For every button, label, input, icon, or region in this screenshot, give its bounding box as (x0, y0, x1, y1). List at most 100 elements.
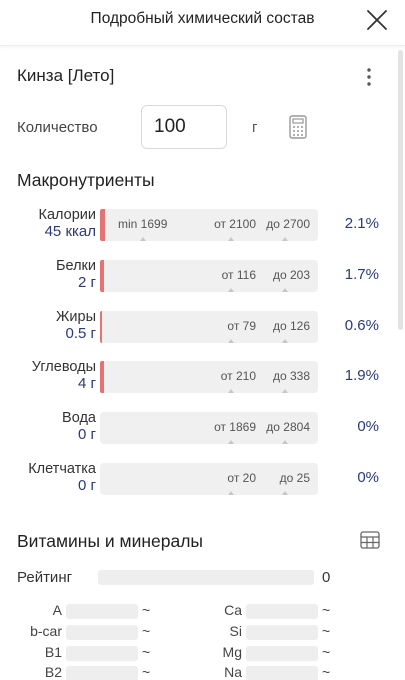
nutrient-bar (246, 666, 318, 680)
macro-from-tick (228, 389, 234, 393)
nutrient-bar (246, 646, 318, 661)
macro-from-tick (228, 440, 234, 444)
macro-row: Калории 45 ккал min 1699 от 2100 до 2700 2.1% (0, 207, 405, 247)
vitamins-title: Витамины и минералы (17, 531, 204, 551)
macro-name: Белки (55, 258, 96, 274)
macro-bar-fill (100, 260, 104, 292)
rating-label: Рейтинг (17, 569, 73, 586)
macro-bar: min 1699 от 2100 до 2700 (100, 209, 318, 241)
product-name: Кинза [Лето] (17, 66, 115, 85)
nutrient-name: Ca (224, 602, 242, 618)
quantity-input[interactable] (141, 105, 227, 149)
nutrient-bar (66, 604, 138, 619)
nutrient-bar (246, 604, 318, 619)
macro-from-tick (228, 339, 234, 343)
macro-name: Жиры (56, 309, 96, 325)
macro-bar-fill (100, 361, 105, 393)
quantity-label: Количество (17, 119, 98, 136)
macro-to-tick (282, 491, 288, 495)
nutrient-name: A (52, 602, 62, 618)
macro-value: 2 г (78, 274, 96, 291)
close-icon[interactable] (365, 8, 389, 32)
nutrient-bar (246, 625, 318, 640)
macro-to-tick (282, 389, 288, 393)
macro-value: 0 г (78, 477, 96, 494)
macro-to: до 25 (279, 471, 310, 485)
macro-to-tick (282, 440, 288, 444)
nutrient-row: B1 ~ (0, 644, 150, 662)
quantity-unit: г (252, 119, 258, 136)
macro-bar: от 79 до 126 (100, 311, 318, 343)
macro-min-tick (140, 237, 146, 241)
macro-value: 4 г (78, 375, 96, 392)
macros-title: Макронутриенты (17, 170, 155, 190)
macro-to-tick (282, 288, 288, 292)
more-vertical-icon[interactable] (362, 66, 376, 88)
macro-to: до 2804 (266, 420, 310, 434)
macro-name: Углеводы (31, 359, 96, 375)
macro-min: min 1699 (118, 217, 168, 231)
macro-bar: от 20 до 25 (100, 463, 318, 495)
nutrient-row: b-car ~ (0, 623, 150, 641)
macro-bar: от 1869 до 2804 (100, 412, 318, 444)
macro-percent: 1.7% (344, 266, 379, 283)
macro-percent: 2.1% (344, 215, 379, 232)
nutrient-value: ~ (142, 602, 151, 618)
nutrient-name: Si (229, 623, 242, 639)
nutrient-value: ~ (142, 664, 151, 680)
nutrient-value: ~ (322, 644, 331, 660)
macro-percent: 0% (357, 418, 379, 435)
nutrient-name: B2 (44, 664, 62, 680)
macro-from: от 2100 (214, 217, 256, 231)
nutrient-value: ~ (322, 623, 331, 639)
rating-value: 0 (322, 569, 331, 586)
macro-percent: 0% (357, 469, 379, 486)
macro-from: от 210 (220, 369, 256, 383)
nutrient-row: A ~ (0, 602, 150, 620)
nutrient-row: Na ~ (180, 664, 330, 680)
macro-to-tick (282, 339, 288, 343)
nutrient-bar (66, 646, 138, 661)
macro-name: Вода (62, 410, 96, 426)
nutrient-name: Mg (222, 644, 242, 660)
macro-name: Клетчатка (28, 461, 96, 477)
macro-row: Углеводы 4 г от 210 до 338 1.9% (0, 359, 405, 399)
nutrient-name: Na (224, 664, 242, 680)
macro-to-tick (282, 237, 288, 241)
macro-from: от 1869 (214, 420, 256, 434)
rating-bar (98, 570, 314, 585)
dialog-header: Подробный химический состав (0, 0, 405, 46)
macro-row: Клетчатка 0 г от 20 до 25 0% (0, 461, 405, 501)
macro-value: 0 г (78, 426, 96, 443)
macro-percent: 0.6% (344, 317, 379, 334)
macro-from-tick (228, 491, 234, 495)
macro-bar-fill (100, 209, 105, 241)
macro-row: Жиры 0.5 г от 79 до 126 0.6% (0, 309, 405, 349)
nutrient-value: ~ (322, 602, 331, 618)
nutrient-name: b-car (30, 623, 62, 639)
macro-to: до 203 (272, 268, 310, 282)
macro-from: от 79 (227, 319, 256, 333)
nutrient-row: B2 ~ (0, 664, 150, 680)
macro-percent: 1.9% (344, 367, 379, 384)
macro-value: 45 ккал (44, 223, 96, 240)
nutrient-name: B1 (44, 644, 62, 660)
nutrient-row: Si ~ (180, 623, 330, 641)
macro-row: Вода 0 г от 1869 до 2804 0% (0, 410, 405, 450)
calculator-icon[interactable] (289, 115, 307, 139)
macro-from: от 116 (221, 268, 256, 282)
dialog-title: Подробный химический состав (90, 10, 315, 27)
macro-bar: от 210 до 338 (100, 361, 318, 393)
nutrient-row: Mg ~ (180, 644, 330, 662)
macro-to: до 338 (272, 369, 310, 383)
nutrient-value: ~ (142, 644, 151, 660)
macro-bar-fill (100, 311, 102, 343)
macro-from-tick (228, 237, 234, 241)
macro-from: от 20 (227, 471, 256, 485)
nutrient-bar (66, 625, 138, 640)
macro-value: 0.5 г (65, 325, 97, 342)
macro-from-tick (228, 288, 234, 292)
table-icon[interactable] (360, 531, 380, 549)
macro-row: Белки 2 г от 116 до 203 1.7% (0, 258, 405, 298)
macro-to: до 2700 (266, 217, 310, 231)
